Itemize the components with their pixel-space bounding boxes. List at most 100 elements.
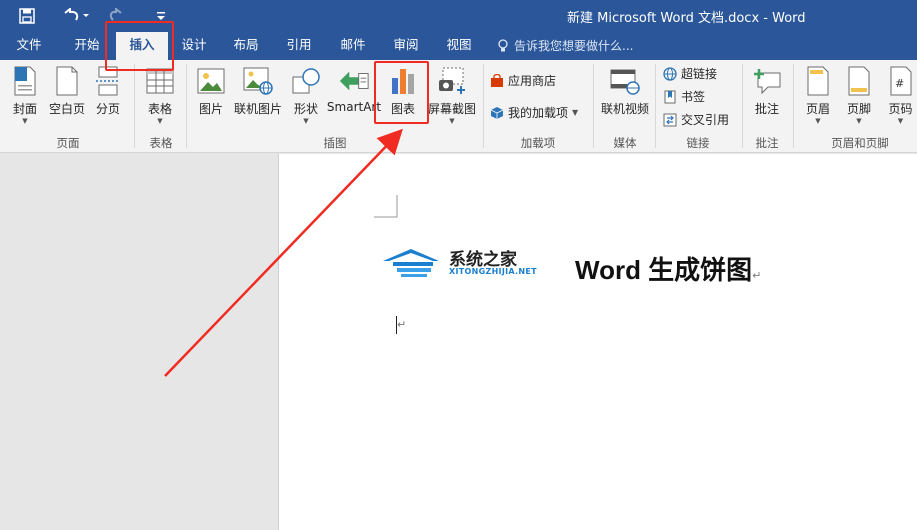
picture-icon: [195, 64, 227, 98]
online-video-icon: [609, 64, 641, 98]
online-video-label: 联机视频: [600, 102, 649, 116]
tab-mailings[interactable]: 邮件: [330, 32, 376, 60]
page-break-label: 分页: [95, 102, 120, 116]
footer-label: 页脚: [846, 102, 871, 116]
my-addins-button[interactable]: 我的加载项 ▼: [490, 104, 578, 121]
header-label: 页眉: [805, 102, 830, 116]
tab-design[interactable]: 设计: [171, 32, 217, 60]
shapes-label: 形状: [293, 102, 318, 116]
cover-page-icon: [9, 64, 41, 98]
tab-layout[interactable]: 布局: [223, 32, 269, 60]
comment-button[interactable]: 批注: [749, 64, 785, 117]
picture-label: 图片: [198, 102, 223, 116]
footer-icon: [843, 64, 875, 98]
group-label-links: 链接: [686, 136, 710, 150]
online-video-button[interactable]: 联机视频: [598, 64, 652, 117]
group-separator: [483, 64, 484, 148]
word-window: 新建 Microsoft Word 文档.docx - Word 文件 开始 插…: [0, 0, 917, 530]
online-picture-button[interactable]: 联机图片: [232, 64, 284, 117]
bookmark-label: 书签: [681, 90, 706, 104]
table-label: 表格: [147, 102, 172, 116]
document-heading[interactable]: Word 生成饼图↵: [575, 250, 761, 287]
table-button[interactable]: 表格 ▼: [143, 64, 177, 126]
chevron-down-icon: ▼: [856, 117, 862, 125]
online-picture-label: 联机图片: [233, 102, 282, 116]
margin-corner-mark: [374, 195, 398, 218]
highlight-chart-button: [374, 61, 429, 124]
smartart-icon: [338, 64, 370, 98]
group-separator: [593, 64, 594, 148]
group-label-pages: 页面: [56, 136, 80, 150]
blank-page-icon: [51, 64, 83, 98]
cross-reference-button[interactable]: 交叉引用: [663, 111, 729, 128]
logo: 系统之家 XITONGZHIJIA.NET: [381, 245, 537, 285]
page-break-button[interactable]: 分页: [92, 64, 124, 117]
group-separator: [134, 64, 135, 148]
tab-home[interactable]: 开始: [64, 32, 110, 60]
chevron-down-icon: ▼: [22, 117, 28, 125]
comment-label: 批注: [754, 102, 779, 116]
svg-text:#: #: [895, 77, 904, 90]
group-label-media: 媒体: [613, 136, 637, 150]
shapes-button[interactable]: 形状 ▼: [289, 64, 323, 126]
my-addins-label: 我的加载项: [508, 106, 569, 120]
blank-page-button[interactable]: 空白页: [47, 64, 87, 117]
chevron-down-icon: ▼: [572, 108, 579, 117]
group-label-comments: 批注: [755, 136, 779, 150]
group-label-header-footer: 页眉和页脚: [831, 136, 889, 150]
hyperlink-button[interactable]: 超链接: [663, 65, 717, 82]
ribbon-insert: 封面 ▼ 空白页 分页 页面 表格 ▼ 表格 图片 联机图片 形状 ▼ Smar…: [0, 60, 917, 153]
tell-me-search[interactable]: 告诉我您想要做什么...: [497, 32, 633, 60]
bookmark-button[interactable]: 书签: [663, 88, 705, 105]
heading-text: Word 生成饼图: [575, 255, 753, 285]
cross-reference-icon: [663, 113, 677, 126]
group-label-tables: 表格: [149, 136, 173, 150]
text-cursor-line[interactable]: ↵: [396, 316, 406, 334]
screenshot-icon: [436, 64, 468, 98]
cover-page-label: 封面: [12, 102, 37, 116]
new-comment-icon: [751, 64, 783, 98]
page-number-button[interactable]: # 页码 ▼: [884, 64, 917, 126]
footer-button[interactable]: 页脚 ▼: [842, 64, 876, 126]
picture-button[interactable]: 图片: [194, 64, 228, 117]
page-number-label: 页码: [888, 102, 913, 116]
group-separator: [742, 64, 743, 148]
store-label: 应用商店: [508, 74, 557, 88]
lightbulb-icon: [498, 39, 508, 52]
screenshot-button[interactable]: 屏幕截图 ▼: [426, 64, 478, 126]
house-logo-icon: [383, 249, 439, 277]
bookmark-icon: [664, 90, 676, 103]
group-separator: [793, 64, 794, 148]
cross-reference-label: 交叉引用: [681, 113, 730, 127]
tab-file[interactable]: 文件: [6, 32, 52, 60]
hyperlink-label: 超链接: [681, 67, 718, 81]
header-icon: [802, 64, 834, 98]
chevron-down-icon: ▼: [897, 117, 904, 125]
store-button[interactable]: 应用商店: [490, 72, 556, 89]
tab-review[interactable]: 审阅: [383, 32, 429, 60]
smartart-label: SmartArt: [326, 100, 382, 114]
logo-text-en: XITONGZHIJIA.NET: [449, 267, 537, 276]
online-picture-icon: [242, 64, 274, 98]
group-separator: [186, 64, 187, 148]
window-title: 新建 Microsoft Word 文档.docx - Word: [567, 11, 806, 26]
smartart-button[interactable]: SmartArt: [327, 64, 381, 114]
paragraph-mark: ↵: [752, 270, 762, 282]
page-number-icon: #: [885, 64, 917, 98]
group-label-illustrations: 插图: [323, 136, 347, 150]
my-addins-icon: [490, 106, 504, 119]
screenshot-label: 屏幕截图: [427, 102, 476, 116]
undo-icon[interactable]: [58, 4, 94, 28]
tell-me-placeholder: 告诉我您想要做什么...: [514, 39, 634, 53]
group-label-addins: 加载项: [520, 136, 556, 150]
save-icon[interactable]: [14, 4, 40, 28]
cover-page-button[interactable]: 封面 ▼: [8, 64, 42, 126]
store-icon: [491, 73, 503, 87]
header-button[interactable]: 页眉 ▼: [801, 64, 835, 126]
shapes-icon: [290, 64, 322, 98]
hyperlink-icon: [663, 66, 677, 81]
tab-view[interactable]: 视图: [436, 32, 482, 60]
tab-references[interactable]: 引用: [276, 32, 322, 60]
chevron-down-icon: ▼: [449, 117, 455, 125]
group-separator: [655, 64, 656, 148]
